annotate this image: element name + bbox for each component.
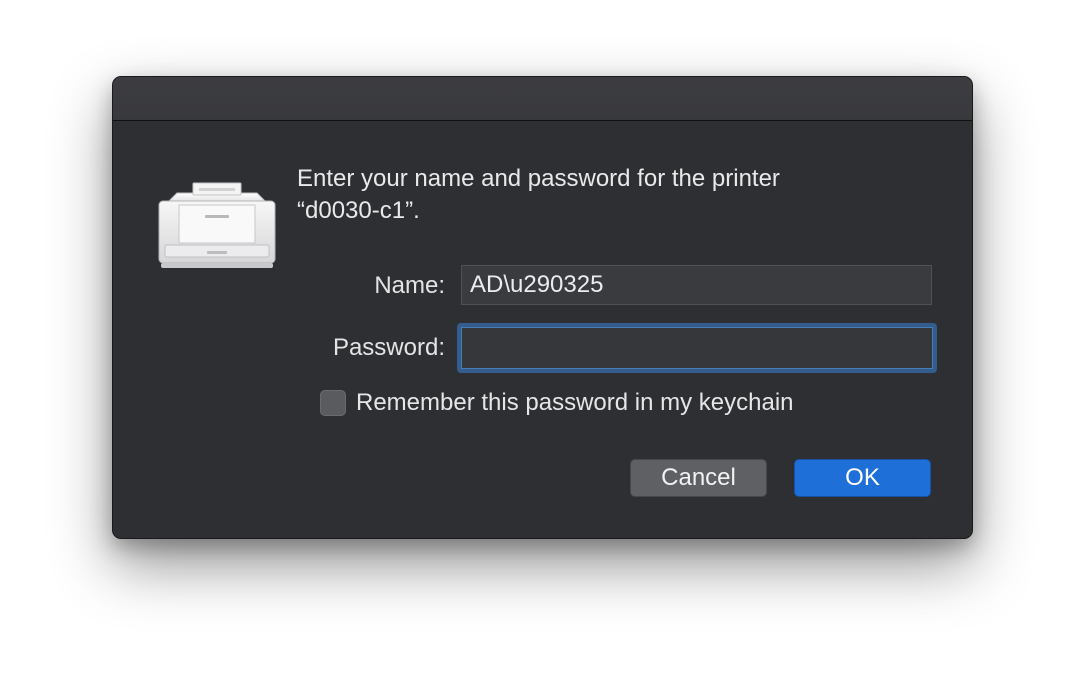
name-field[interactable]: [461, 265, 932, 305]
remember-password-checkbox[interactable]: [320, 390, 346, 416]
dialog-message: Enter your name and password for the pri…: [297, 163, 897, 227]
message-line-1: Enter your name and password for the pri…: [297, 165, 780, 192]
cancel-button[interactable]: Cancel: [630, 459, 767, 497]
remember-password-row[interactable]: Remember this password in my keychain: [320, 388, 794, 418]
message-line-2: “d0030-c1”.: [297, 197, 420, 224]
printer-icon: [157, 179, 277, 271]
remember-password-label[interactable]: Remember this password in my keychain: [356, 388, 794, 418]
password-label: Password:: [332, 334, 445, 361]
password-field[interactable]: [457, 323, 937, 373]
dialog-titlebar[interactable]: [113, 77, 972, 121]
desktop-background: Enter your name and password for the pri…: [0, 0, 1084, 686]
printer-auth-dialog: Enter your name and password for the pri…: [112, 76, 973, 539]
ok-button[interactable]: OK: [794, 459, 931, 497]
name-label: Name:: [374, 272, 445, 299]
